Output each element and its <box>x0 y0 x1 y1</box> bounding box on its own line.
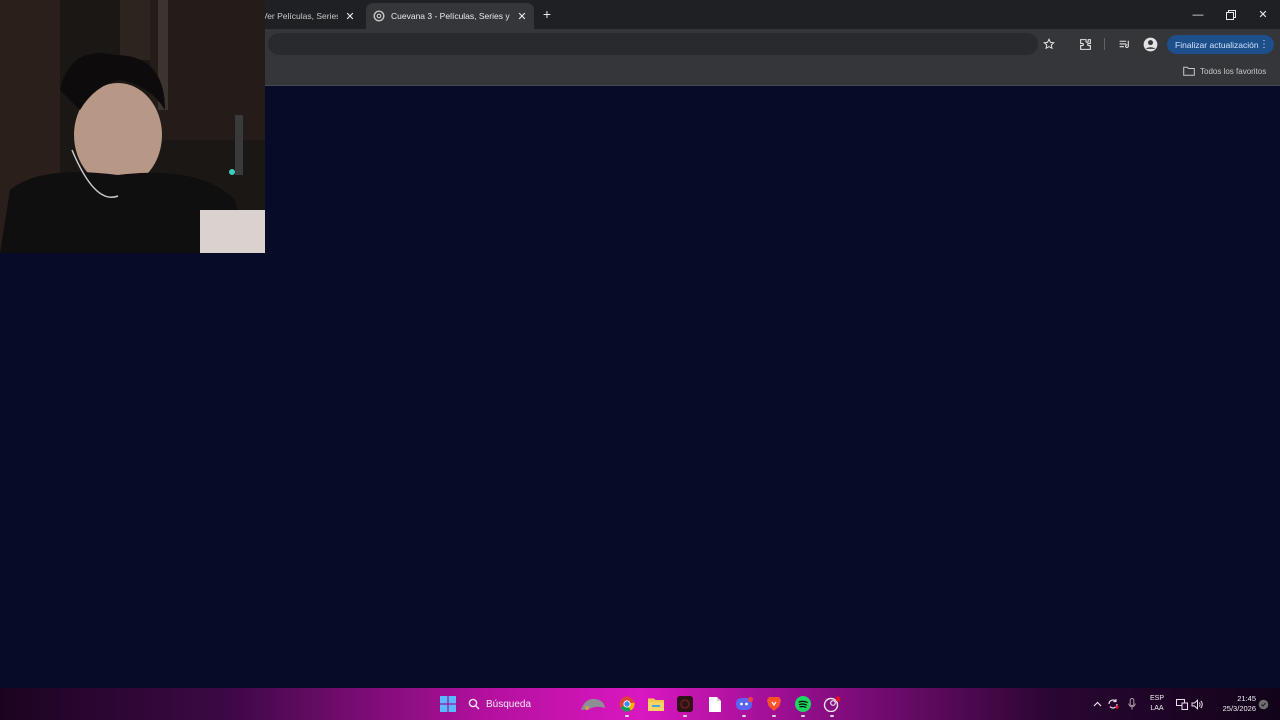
new-tab-icon[interactable]: + <box>540 7 554 21</box>
chrome-icon[interactable] <box>616 693 638 717</box>
tab-title: Ver Películas, Series <box>262 11 338 21</box>
obs-icon[interactable] <box>674 693 696 717</box>
close-tab-icon[interactable]: ✕ <box>515 9 529 23</box>
webcam-overlay <box>0 0 265 253</box>
all-bookmarks-button[interactable]: Todos los favoritos <box>1183 65 1266 77</box>
finish-update-button[interactable]: Finalizar actualización ⋮ <box>1167 35 1274 54</box>
all-bookmarks-label: Todos los favoritos <box>1200 66 1267 76</box>
taskbar-search[interactable]: Búsqueda <box>468 693 531 715</box>
volume-icon[interactable] <box>1190 696 1204 712</box>
sync-icon[interactable] <box>1106 696 1120 712</box>
widgets-icon[interactable] <box>578 693 608 715</box>
folder-icon <box>1183 66 1195 76</box>
minimize-icon[interactable]: — <box>1181 0 1215 29</box>
network-icon[interactable] <box>1175 696 1189 712</box>
tab-title: Cuevana 3 - Películas, Series y An <box>391 11 511 21</box>
address-bar[interactable] <box>268 33 1038 55</box>
file-explorer-icon[interactable] <box>645 693 667 715</box>
steam-icon[interactable] <box>821 693 843 717</box>
bookmark-star-icon[interactable] <box>1041 36 1057 52</box>
profile-avatar-icon[interactable] <box>1142 36 1158 52</box>
windows-start-icon[interactable] <box>437 693 459 715</box>
clock[interactable]: 21:45 25/3/2026 <box>1208 694 1256 714</box>
language-code: ESP <box>1149 695 1164 702</box>
search-icon <box>468 698 480 710</box>
close-window-icon[interactable]: ✕ <box>1246 0 1280 29</box>
update-button-label: Finalizar actualización <box>1175 39 1259 50</box>
more-menu-icon[interactable]: ⋮ <box>1259 39 1269 50</box>
microphone-icon[interactable] <box>1125 696 1139 712</box>
show-hidden-icons-icon[interactable] <box>1090 696 1104 712</box>
media-controls-icon[interactable] <box>1116 36 1132 52</box>
notepad-icon[interactable] <box>704 693 726 715</box>
clock-time: 21:45 <box>1237 694 1256 703</box>
spotify-icon[interactable] <box>792 693 814 717</box>
input-language[interactable]: ESP LAA <box>1146 694 1168 714</box>
close-tab-icon[interactable]: ✕ <box>343 9 357 23</box>
extensions-icon[interactable] <box>1077 36 1093 52</box>
clock-date: 25/3/2026 <box>1222 704 1256 713</box>
discord-icon[interactable] <box>733 693 755 717</box>
tab-favicon-icon <box>373 10 385 22</box>
windows-taskbar <box>0 688 1280 720</box>
tab-ver-peliculas[interactable]: Ver Películas, Series ✕ <box>262 3 362 29</box>
search-label: Búsqueda <box>486 698 532 710</box>
keyboard-layout: LAA <box>1150 705 1164 712</box>
toolbar-divider <box>1104 38 1105 50</box>
notification-icon[interactable] <box>1257 696 1269 712</box>
brave-icon[interactable] <box>763 693 785 717</box>
restore-icon[interactable] <box>1214 0 1248 29</box>
tab-cuevana-active[interactable]: Cuevana 3 - Películas, Series y An ✕ <box>366 3 534 29</box>
